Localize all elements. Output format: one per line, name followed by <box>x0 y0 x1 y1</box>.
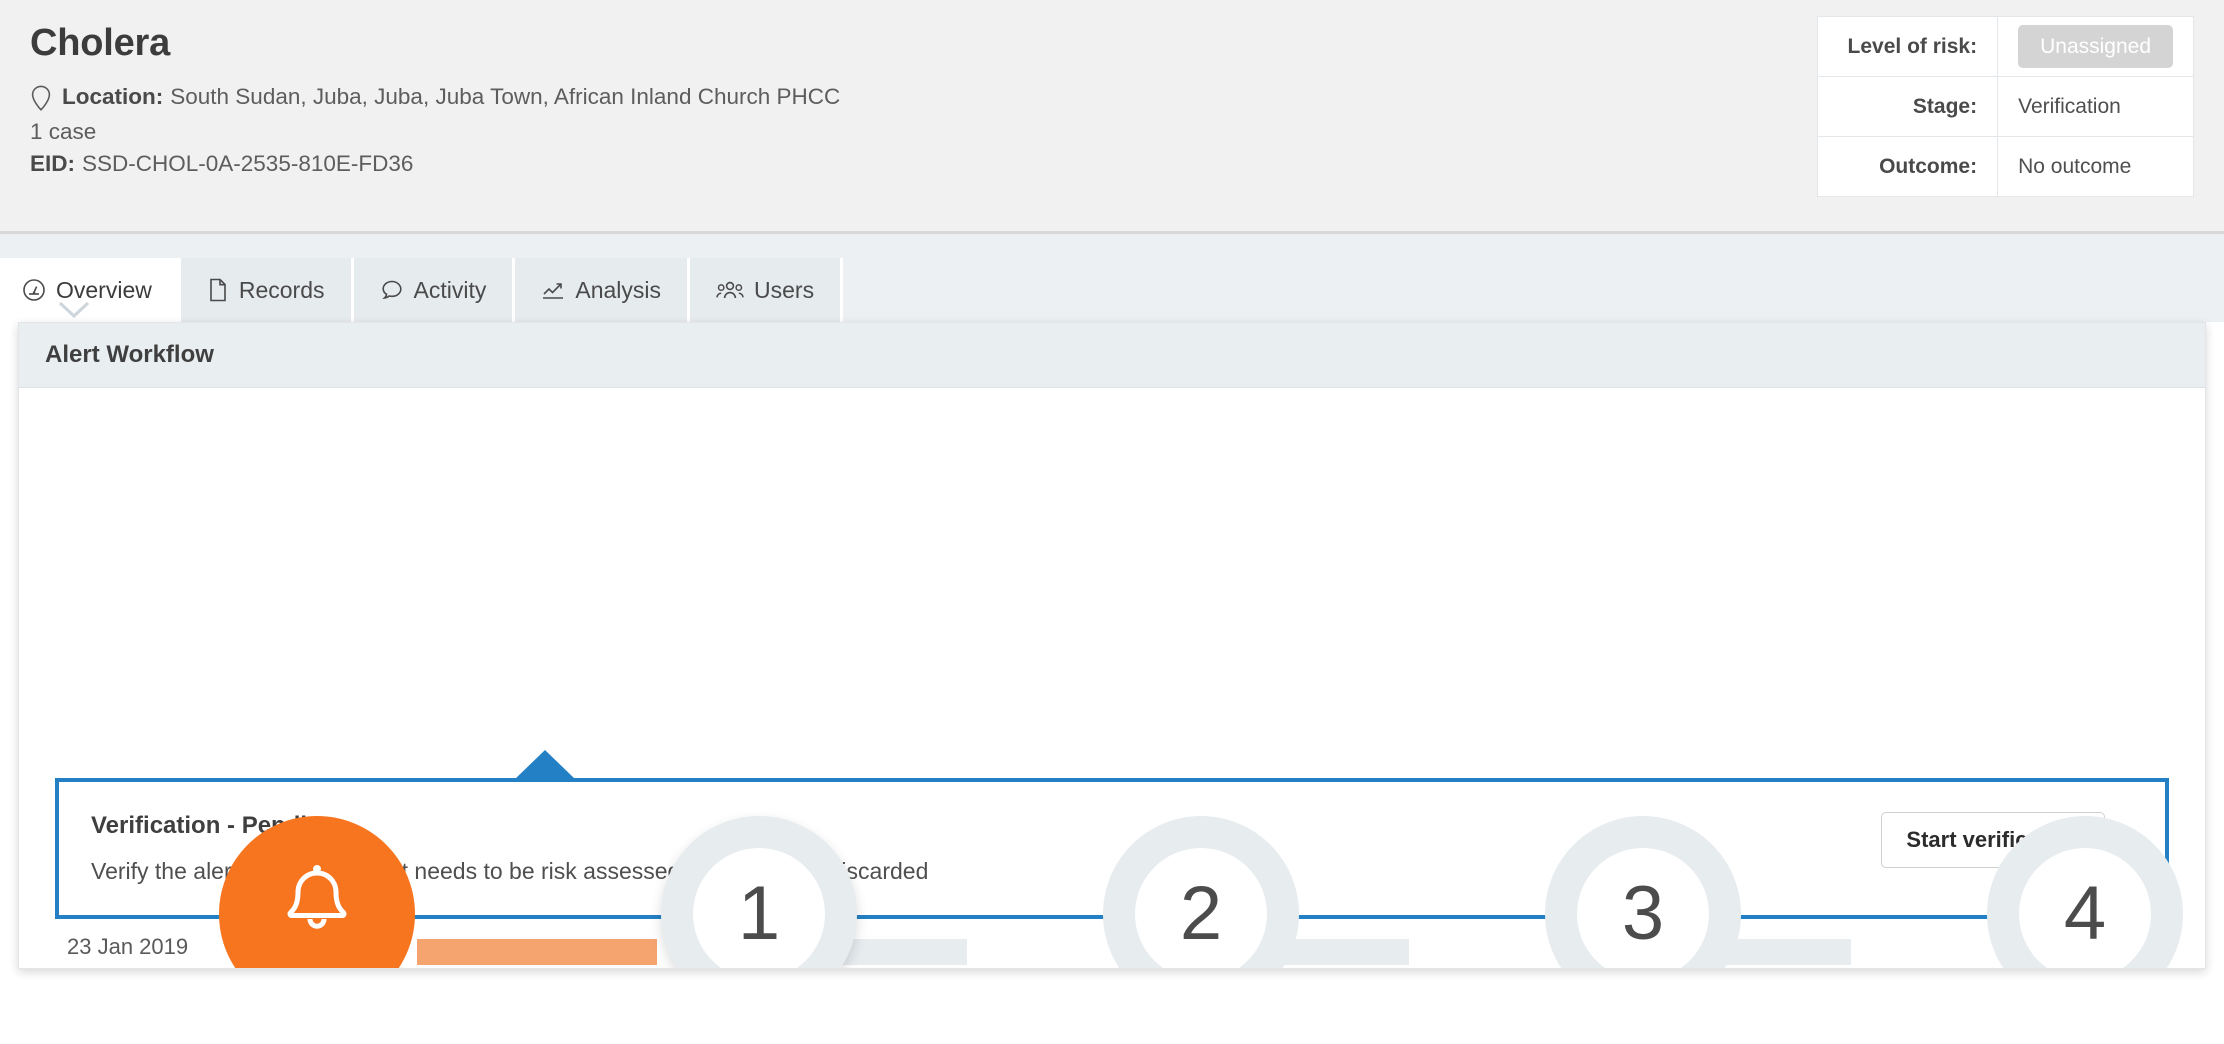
outcome-value: No outcome <box>1997 136 2194 197</box>
node-marker: 3 <box>1545 816 1741 968</box>
card-body: 23 Jan 2019 Alert Triggered <box>19 388 2205 968</box>
location-value: South Sudan, Juba, Juba, Juba Town, Afri… <box>170 83 841 109</box>
tab-records[interactable]: Records <box>180 258 354 322</box>
node-marker: 4 <box>1987 816 2183 968</box>
tab-bar-filler <box>843 258 2224 322</box>
location-pin-icon <box>30 85 52 112</box>
stage-label: Stage: <box>1817 76 1999 137</box>
outcome-label: Outcome: <box>1817 136 1999 197</box>
location-label: Location: <box>62 83 164 109</box>
eid-value: SSD-CHOL-0A-2535-810E-FD36 <box>82 150 414 176</box>
tab-users[interactable]: Users <box>690 258 844 322</box>
card-title: Alert Workflow <box>19 323 2205 388</box>
line-chart-icon <box>541 278 565 302</box>
tab-label: Users <box>754 276 815 303</box>
level-of-risk-value-cell: Unassigned <box>1997 16 2194 77</box>
node-marker: 1 <box>661 816 857 968</box>
node-number: 2 <box>1135 848 1267 968</box>
page-body: Alert Workflow 23 Jan 2019 1 2 3 4 Verif… <box>0 322 2224 969</box>
node-number: 4 <box>2019 848 2151 968</box>
users-icon <box>716 279 744 301</box>
node-number: 1 <box>693 848 825 968</box>
workflow-node-verification[interactable]: 1 Verification <box>661 816 857 968</box>
tab-analysis[interactable]: Analysis <box>515 258 691 322</box>
stage-value: Verification <box>1997 76 2194 137</box>
tab-label: Analysis <box>575 276 662 303</box>
comment-icon <box>380 278 404 302</box>
workflow-date: 23 Jan 2019 <box>67 934 189 959</box>
level-of-risk-label: Level of risk: <box>1817 16 1999 77</box>
alert-header: Cholera Location: South Sudan, Juba, Jub… <box>0 0 2224 234</box>
bell-icon <box>275 860 359 968</box>
eid-label: EID: <box>30 150 75 176</box>
gauge-icon <box>22 278 46 302</box>
connector-orange <box>417 939 657 965</box>
table-row: Outcome: No outcome <box>1817 136 2194 197</box>
workflow-node-outcome[interactable]: 4 Outcome <box>1987 816 2183 968</box>
workflow-node-risk-characterisation[interactable]: 3 Risk Characterisation <box>1545 816 1741 968</box>
tab-bar: Overview Records Activity Analysis Users <box>0 234 2224 322</box>
status-badge[interactable]: Unassigned <box>2018 25 2173 68</box>
tab-label: Records <box>238 276 325 303</box>
callout-pointer <box>515 750 575 779</box>
alert-workflow-card: Alert Workflow 23 Jan 2019 1 2 3 4 Verif… <box>18 322 2206 969</box>
table-row: Level of risk: Unassigned <box>1817 16 2194 77</box>
workflow-node-alert-triggered[interactable]: Alert Triggered <box>219 816 415 968</box>
table-row: Stage: Verification <box>1817 76 2194 137</box>
node-marker: 2 <box>1103 816 1299 968</box>
tab-label: Activity <box>413 276 487 303</box>
node-marker <box>219 816 415 968</box>
node-number: 3 <box>1577 848 1709 968</box>
document-icon <box>207 278 229 302</box>
alert-status-table: Level of risk: Unassigned Stage: Verific… <box>1817 16 2194 197</box>
workflow-node-risk-assessment[interactable]: 2 Risk Assessment <box>1103 816 1299 968</box>
tab-activity[interactable]: Activity <box>353 258 516 322</box>
